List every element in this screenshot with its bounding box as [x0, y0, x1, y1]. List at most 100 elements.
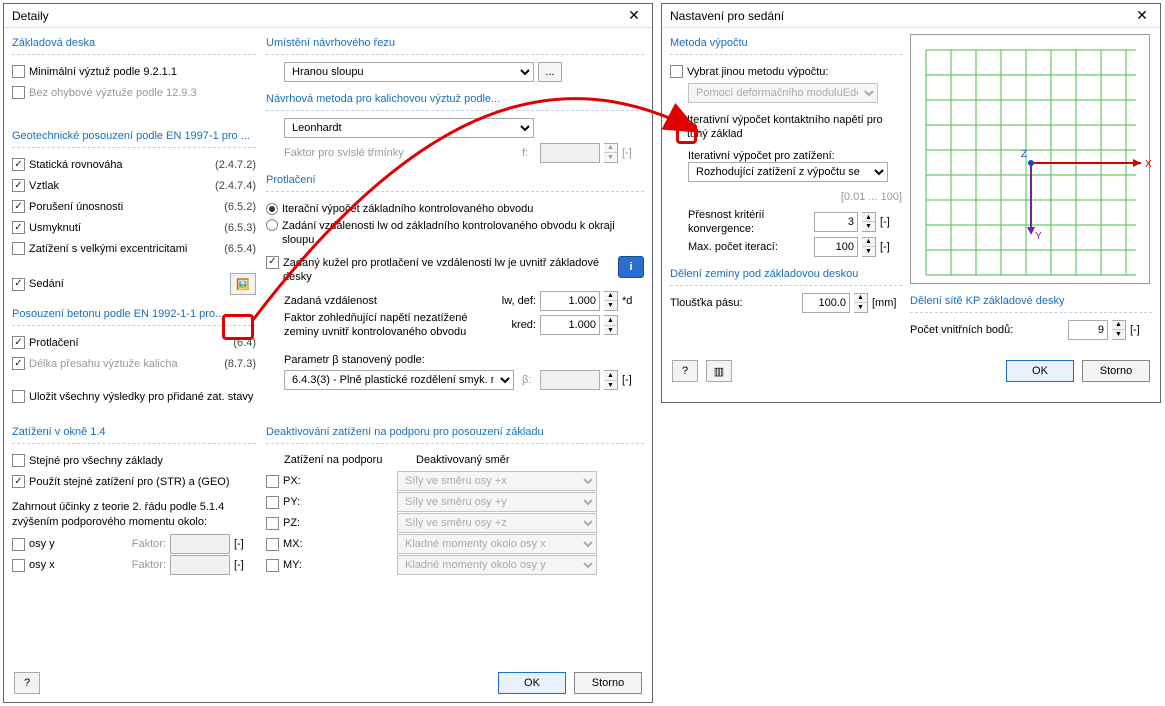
unit: *d — [622, 295, 644, 307]
lwdef-input[interactable] — [540, 291, 600, 311]
check-osyx[interactable] — [12, 559, 25, 572]
check-vybrat[interactable] — [670, 65, 683, 78]
group-title: Zatížení v okně 1.4 — [12, 423, 256, 444]
check-px[interactable] — [266, 475, 279, 488]
check-usmyk[interactable] — [12, 221, 25, 234]
check-porus[interactable] — [12, 200, 25, 213]
beta-input — [540, 370, 600, 390]
tl-input[interactable] — [802, 293, 850, 313]
maxiter-input[interactable] — [814, 237, 858, 257]
code: (6.5.3) — [204, 222, 256, 234]
help-icon[interactable]: ? — [672, 360, 698, 382]
faktor-y-input — [170, 534, 230, 554]
label: PX: — [283, 475, 393, 487]
label: Porušení únosnosti — [29, 201, 200, 213]
check-protl[interactable] — [12, 336, 25, 349]
check-kuzel[interactable] — [266, 256, 279, 269]
parambeta-select[interactable]: 6.4.3(3) - Plně plastické rozdělení smyk… — [284, 370, 514, 390]
check-delka — [12, 357, 25, 370]
dir-my-select: Kladné momenty okolo osy y — [397, 555, 597, 575]
check-min-vyztuz[interactable] — [12, 65, 25, 78]
check-pouzit[interactable] — [12, 475, 25, 488]
check-osyy[interactable] — [12, 538, 25, 551]
help-icon[interactable]: ? — [14, 672, 40, 694]
label: Tloušťka pásu: — [670, 297, 798, 309]
kred-input[interactable] — [540, 315, 600, 335]
preview-graphic: X Y Z — [911, 35, 1151, 285]
check-bez-ohyb — [12, 86, 25, 99]
umisteni-select[interactable]: Hranou sloupu — [284, 62, 534, 82]
check-sedani[interactable] — [12, 278, 25, 291]
preview-panel: X Y Z — [910, 34, 1150, 284]
ok-button[interactable]: OK — [1006, 360, 1074, 382]
label: Stejné pro všechny základy — [29, 455, 256, 467]
ok-button[interactable]: OK — [498, 672, 566, 694]
group-navrh-metoda: Návrhová metoda pro kalichovou výztuž po… — [266, 90, 644, 163]
check-stejne[interactable] — [12, 454, 25, 467]
group-metoda: Metoda výpočtu Vybrat jinou metodu výpoč… — [670, 34, 902, 257]
svg-text:Z: Z — [1021, 149, 1027, 160]
group-title: Základová deska — [12, 34, 256, 55]
presnost-input[interactable] — [814, 212, 858, 232]
col-header: Zatížení na podporu — [284, 454, 412, 466]
check-ulozit[interactable] — [12, 390, 25, 403]
check-zatvex[interactable] — [12, 242, 25, 255]
dir-px-select: Síly ve směru osy +x — [397, 471, 597, 491]
group-protlaceni: Protlačení Iterační výpočet základního k… — [266, 171, 644, 391]
titlebar-sedani: Nastavení pro sedání ✕ — [662, 4, 1160, 28]
group-title: Návrhová metoda pro kalichovou výztuž po… — [266, 90, 644, 111]
label: MY: — [283, 559, 393, 571]
tool-icon[interactable]: ▥ — [706, 360, 732, 382]
svg-text:Y: Y — [1035, 231, 1042, 242]
label: f: — [522, 147, 536, 159]
label: Protlačení — [29, 337, 200, 349]
group-title: Metoda výpočtu — [670, 34, 902, 55]
label: Parametr β stanovený podle: — [266, 354, 644, 366]
col-header: Deaktivovaný směr — [416, 454, 510, 466]
pocet-input[interactable] — [1068, 320, 1108, 340]
dir-mx-select: Kladné momenty okolo osy x — [397, 534, 597, 554]
dir-pz-select: Síly ve směru osy +z — [397, 513, 597, 533]
close-icon[interactable]: ✕ — [620, 6, 648, 26]
navrh-select[interactable]: Leonhardt — [284, 118, 534, 138]
radio-zadani[interactable] — [266, 219, 278, 231]
check-pz[interactable] — [266, 517, 279, 530]
group-deleni-zeminy: Dělení zeminy pod základovou deskou Tlou… — [670, 265, 902, 313]
check-vztlak[interactable] — [12, 179, 25, 192]
check-stat[interactable] — [12, 158, 25, 171]
faktor-x-input — [170, 555, 230, 575]
titlebar-detaily: Detaily ✕ — [4, 4, 652, 28]
metoda-select: Pomocí deformačního moduluEdef — [688, 83, 878, 103]
group-title: Dělení sítě KP základové desky — [910, 292, 1152, 313]
group-zakladova-deska: Základová deska Minimální výztuž podle 9… — [12, 34, 256, 103]
label: PY: — [283, 496, 393, 508]
zahrnout-label: Zahrnout účinky z teorie 2. řádu podle 5… — [12, 500, 256, 530]
sedani-settings-button[interactable]: 🖼️ — [230, 273, 256, 295]
close-icon[interactable]: ✕ — [1128, 6, 1156, 26]
label: Faktor: — [83, 559, 166, 571]
label: kred: — [492, 319, 536, 331]
label: MX: — [283, 538, 393, 550]
label: Počet vnitřních bodů: — [910, 324, 1064, 336]
check-py[interactable] — [266, 496, 279, 509]
label: Iterativní výpočet kontaktního napětí pr… — [687, 113, 902, 142]
cancel-button[interactable]: Storno — [1082, 360, 1150, 382]
iter-zat-select[interactable]: Rozhodující zatížení z výpočtu se — [688, 162, 888, 182]
group-site-kp: Dělení sítě KP základové desky Počet vni… — [910, 292, 1152, 340]
cancel-button[interactable]: Storno — [574, 672, 642, 694]
label: [0.01 ... 100] — [841, 191, 902, 203]
info-icon[interactable]: i — [618, 256, 644, 278]
label: Max. počet iterací: — [688, 241, 810, 253]
label: osy y — [29, 538, 79, 550]
code: (6.5.4) — [204, 243, 256, 255]
dialog-detaily: Detaily ✕ Základová deska Minimální výzt… — [3, 3, 653, 703]
label: Přesnost kritérií konvergence: — [688, 208, 810, 237]
label: Sedání — [29, 278, 226, 290]
check-mx[interactable] — [266, 538, 279, 551]
code: (2.4.7.2) — [204, 159, 256, 171]
group-umisteni: Umístění návrhového řezu Hranou sloupu .… — [266, 34, 644, 82]
unit: [mm] — [872, 297, 902, 309]
check-my[interactable] — [266, 559, 279, 572]
radio-iter[interactable] — [266, 203, 278, 215]
umisteni-ellipsis-button[interactable]: ... — [538, 62, 562, 82]
